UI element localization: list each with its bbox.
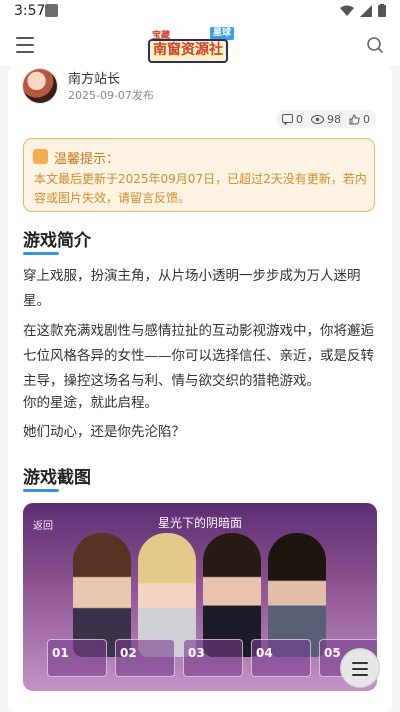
author-avatar[interactable] [22,68,58,104]
content-area: 南方站长 2025-09-07发布 0 98 0 温馨提示： 本文最后更新于20… [0,66,400,712]
comment-count[interactable]: 0 [282,113,303,126]
thumb-number: 01 [52,646,69,660]
update-notice: 温馨提示： 本文最后更新于2025年09月07日，已超过2天没有更新，若内容或图… [23,138,375,212]
thumbs-up-icon [349,113,360,124]
comment-icon [282,113,293,125]
logo-main-text: 南窗资源社 [148,39,228,63]
status-icons [340,4,386,17]
thumb-number: 04 [256,646,273,660]
status-time: 3:57 [14,3,46,19]
view-count-value: 98 [327,112,341,126]
floating-menu-button[interactable] [340,648,380,688]
comment-count-value: 0 [296,112,303,126]
wifi-icon [340,5,354,16]
publish-date: 2025-09-07发布 [68,89,154,102]
screenshots-heading: 游戏截图 [23,468,91,488]
screenshots-heading-underline [23,489,59,492]
signal-icon [360,4,372,17]
thumb-number: 05 [324,646,341,660]
character-thumb[interactable]: 04 [251,639,311,677]
status-bar: 3:57 [0,0,400,24]
character-thumbnails: 01 02 03 04 05 [47,639,377,677]
author-name[interactable]: 南方站长 [68,68,120,87]
thumb-number: 02 [120,646,137,660]
intro-heading: 游戏简介 [23,231,91,251]
like-count-value: 0 [363,112,370,126]
thumb-number: 03 [188,646,205,660]
notice-body: 本文最后更新于2025年09月07日，已超过2天没有更新，若内容或图片失效，请留… [34,172,367,205]
menu-icon[interactable] [16,37,34,53]
app-header: 宝藏 星球 南窗资源社 [0,24,400,67]
intro-paragraph: 你的星途，就此启程。 [23,395,158,411]
screenshot-title: 星光下的阴暗面 [157,516,242,530]
character-thumb[interactable]: 03 [183,639,243,677]
character-thumb[interactable]: 02 [115,639,175,677]
search-icon[interactable] [366,36,384,54]
character-thumb[interactable]: 01 [47,639,107,677]
eye-icon [311,114,324,124]
intro-paragraph: 穿上戏服，扮演主角，从片场小透明一步步成为万人迷明星。 [23,268,361,309]
intro-heading-underline [23,252,59,255]
post-stats: 0 98 0 [276,110,376,128]
notification-icon [45,4,58,17]
game-screenshot[interactable]: 返回 星光下的阴暗面 01 02 03 04 05 [23,503,377,691]
like-count[interactable]: 0 [349,113,370,126]
article-card: 南方站长 2025-09-07发布 0 98 0 温馨提示： 本文最后更新于20… [8,66,392,712]
intro-paragraph: 她们动心，还是你先沦陷？ [23,424,185,440]
site-logo[interactable]: 宝藏 星球 南窗资源社 [146,27,246,63]
intro-paragraph: 在这款充满戏剧性与感情拉扯的互动影视游戏中，你将邂逅七位风格各异的女性——你可以… [23,323,374,389]
notice-title: 温馨提示： [54,152,120,167]
notice-icon [33,149,48,164]
view-count: 98 [311,113,341,126]
battery-icon [378,4,386,17]
